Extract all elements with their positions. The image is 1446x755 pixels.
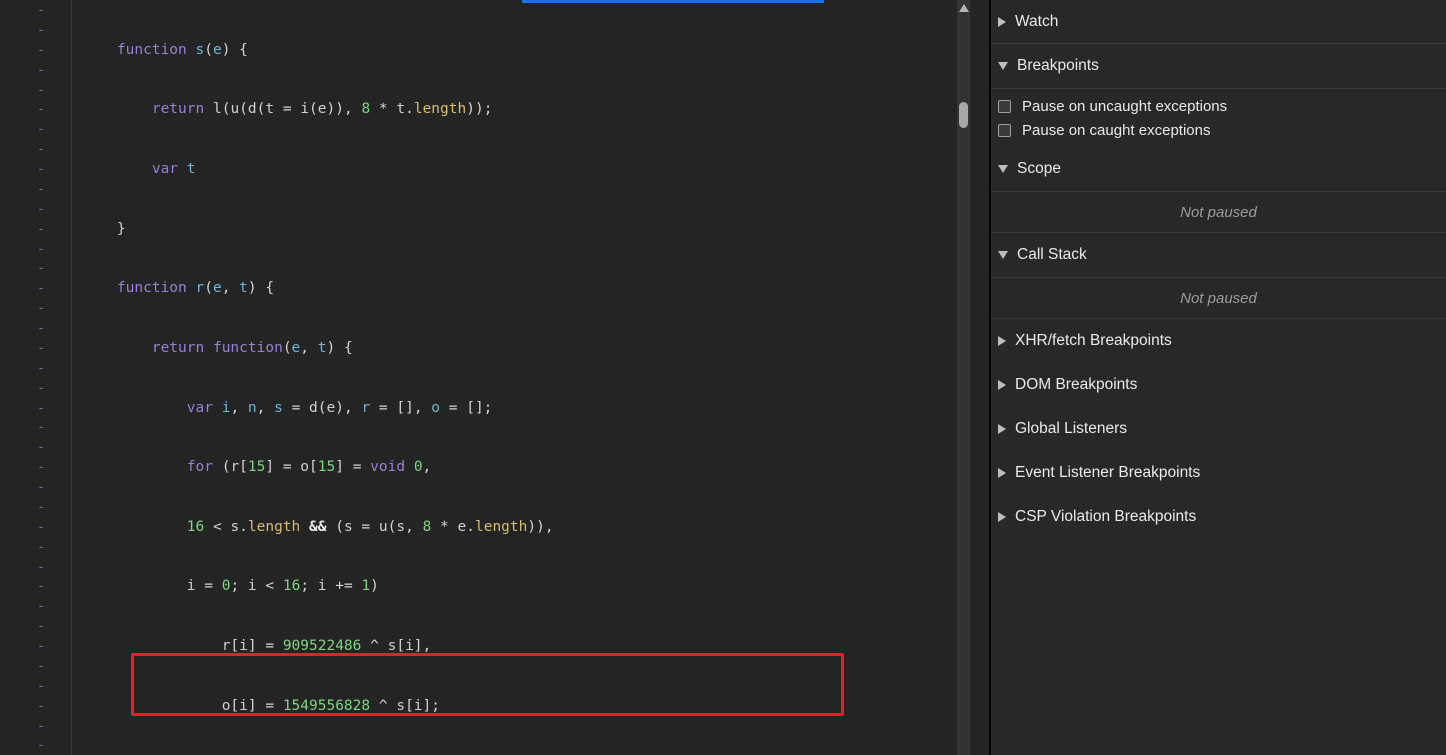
gutter-line-marker[interactable]: - — [0, 617, 71, 637]
gutter-line-marker[interactable]: - — [0, 379, 71, 399]
scope-status-text: Not paused — [1180, 203, 1257, 221]
gutter-line-marker[interactable]: - — [0, 478, 71, 498]
code-line[interactable]: function r(e, t) { — [82, 279, 970, 299]
gutter-line-marker[interactable]: - — [0, 577, 71, 597]
code-line[interactable]: o[i] = 1549556828 ^ s[i]; — [82, 697, 970, 717]
code-area[interactable]: -------------------------------------- f… — [0, 0, 970, 755]
gutter-line-marker[interactable]: - — [0, 438, 71, 458]
gutter-line-marker[interactable]: - — [0, 697, 71, 717]
section-title: Call Stack — [1017, 246, 1087, 263]
source-editor-pane: -------------------------------------- f… — [0, 0, 990, 755]
sidebar-section-breakpoints[interactable]: Breakpoints — [991, 44, 1446, 88]
code-line[interactable]: var t — [82, 160, 970, 180]
gutter-line-marker[interactable]: - — [0, 359, 71, 379]
gutter-line-marker[interactable]: - — [0, 200, 71, 220]
code-content[interactable]: function s(e) { return l(u(d(t = i(e)), … — [72, 0, 970, 755]
scope-empty-state: Not paused — [991, 191, 1446, 233]
gutter-line-marker[interactable]: - — [0, 81, 71, 101]
code-line[interactable]: r[i] = 909522486 ^ s[i], — [82, 637, 970, 657]
gutter-line-marker[interactable]: - — [0, 339, 71, 359]
sidebar-section-global-listeners[interactable]: Global Listeners — [991, 407, 1446, 451]
section-title: CSP Violation Breakpoints — [1015, 508, 1197, 525]
gutter-line-marker[interactable]: - — [0, 279, 71, 299]
gutter-line-marker[interactable]: - — [0, 120, 71, 140]
gutter-line-marker[interactable]: - — [0, 458, 71, 478]
gutter-line-marker[interactable]: - — [0, 61, 71, 81]
gutter-line-marker[interactable]: - — [0, 41, 71, 61]
debugger-sidebar: Watch Breakpoints Pause on uncaught exce… — [990, 0, 1446, 755]
gutter-line-marker[interactable]: - — [0, 736, 71, 755]
sidebar-section-csp-violation-breakpoints[interactable]: CSP Violation Breakpoints — [991, 495, 1446, 539]
gutter-line-marker[interactable]: - — [0, 637, 71, 657]
gutter-line-marker[interactable]: - — [0, 180, 71, 200]
gutter-line-marker[interactable]: - — [0, 259, 71, 279]
chevron-right-icon — [998, 336, 1006, 346]
gutter-line-marker[interactable]: - — [0, 1, 71, 21]
chevron-right-icon — [998, 424, 1006, 434]
chevron-down-icon — [998, 62, 1008, 70]
checkbox-icon[interactable] — [998, 123, 1011, 137]
gutter-line-marker[interactable]: - — [0, 657, 71, 677]
checkbox-label: Pause on caught exceptions — [1022, 121, 1211, 139]
gutter-line-marker[interactable]: - — [0, 100, 71, 120]
section-title: Scope — [1017, 160, 1061, 177]
scroll-up-arrow-icon[interactable] — [958, 4, 969, 12]
gutter-line-marker[interactable]: - — [0, 597, 71, 617]
gutter-line-marker[interactable]: - — [0, 498, 71, 518]
code-line[interactable]: return l(u(d(t = i(e)), 8 * t.length)); — [82, 100, 970, 120]
active-tab-underline — [522, 0, 824, 3]
code-line[interactable]: return function(e, t) { — [82, 339, 970, 359]
sidebar-section-dom-breakpoints[interactable]: DOM Breakpoints — [991, 363, 1446, 407]
gutter-line-marker[interactable]: - — [0, 558, 71, 578]
gutter-line-marker[interactable]: - — [0, 140, 71, 160]
gutter-line-marker[interactable]: - — [0, 518, 71, 538]
chevron-right-icon — [998, 512, 1006, 522]
gutter-line-marker[interactable]: - — [0, 677, 71, 697]
gutter-line-marker[interactable]: - — [0, 299, 71, 319]
chevron-right-icon — [998, 16, 1006, 27]
scrollbar-thumb[interactable] — [959, 102, 968, 128]
section-title: Watch — [1015, 12, 1059, 30]
section-title: DOM Breakpoints — [1015, 376, 1138, 393]
checkbox-label: Pause on uncaught exceptions — [1022, 97, 1228, 115]
pause-uncaught-exceptions-row[interactable]: Pause on uncaught exceptions — [991, 94, 1446, 118]
section-title: Event Listener Breakpoints — [1015, 464, 1201, 481]
line-number-gutter[interactable]: -------------------------------------- — [0, 0, 72, 755]
sidebar-section-xhr-fetch-breakpoints[interactable]: XHR/fetch Breakpoints — [991, 319, 1446, 363]
gutter-line-marker[interactable]: - — [0, 418, 71, 438]
gutter-line-marker[interactable]: - — [0, 160, 71, 180]
code-line[interactable]: var i, n, s = d(e), r = [], o = []; — [82, 399, 970, 419]
chevron-right-icon — [998, 380, 1006, 390]
breakpoints-body: Pause on uncaught exceptions Pause on ca… — [991, 88, 1446, 147]
pause-caught-exceptions-row[interactable]: Pause on caught exceptions — [991, 118, 1446, 142]
editor-vertical-scrollbar[interactable] — [957, 0, 970, 755]
code-line[interactable]: function s(e) { — [82, 41, 970, 61]
code-line[interactable]: i = 0; i < 16; i += 1) — [82, 577, 970, 597]
sidebar-section-scope[interactable]: Scope — [991, 147, 1446, 191]
call-stack-status-text: Not paused — [1180, 289, 1257, 307]
code-line[interactable]: } — [82, 220, 970, 240]
sidebar-section-call-stack[interactable]: Call Stack — [991, 233, 1446, 277]
gutter-line-marker[interactable]: - — [0, 220, 71, 240]
section-title: Global Listeners — [1015, 420, 1128, 437]
code-line[interactable]: 16 < s.length && (s = u(s, 8 * e.length)… — [82, 518, 970, 538]
chevron-down-icon — [998, 165, 1008, 173]
chevron-right-icon — [998, 468, 1006, 478]
checkbox-icon[interactable] — [998, 99, 1011, 113]
call-stack-empty-state: Not paused — [991, 277, 1446, 319]
gutter-line-marker[interactable]: - — [0, 717, 71, 737]
gutter-line-marker[interactable]: - — [0, 319, 71, 339]
code-line[interactable]: for (r[15] = o[15] = void 0, — [82, 458, 970, 478]
sidebar-section-event-listener-breakpoints[interactable]: Event Listener Breakpoints — [991, 451, 1446, 495]
editor-right-gap — [970, 0, 990, 755]
devtools-window: -------------------------------------- f… — [0, 0, 1446, 755]
gutter-line-marker[interactable]: - — [0, 538, 71, 558]
gutter-line-marker[interactable]: - — [0, 399, 71, 419]
section-title: Breakpoints — [1017, 57, 1099, 74]
gutter-line-marker[interactable]: - — [0, 21, 71, 41]
gutter-line-marker[interactable]: - — [0, 240, 71, 260]
section-title: XHR/fetch Breakpoints — [1015, 332, 1172, 349]
sidebar-section-watch[interactable]: Watch — [991, 0, 1446, 44]
chevron-down-icon — [998, 251, 1008, 259]
